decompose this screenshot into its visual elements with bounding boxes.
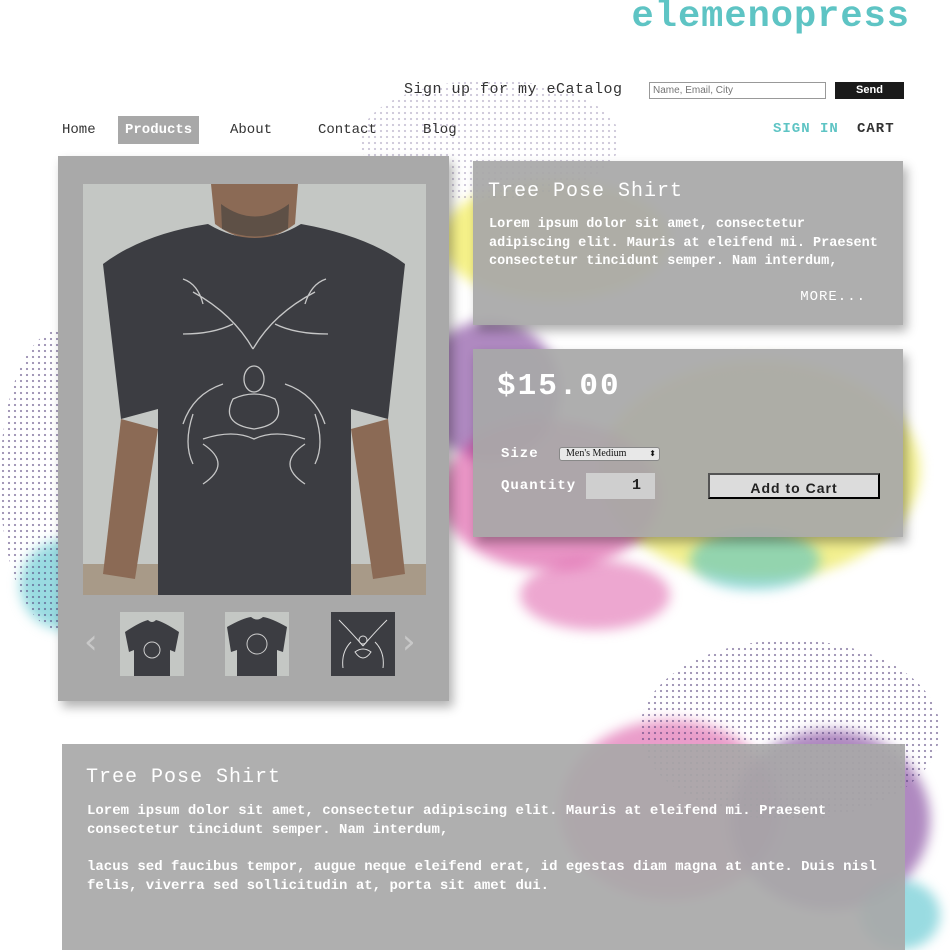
chevron-left-icon[interactable]: ‹ [84, 622, 98, 662]
add-to-cart-button[interactable]: Add to Cart [708, 473, 880, 499]
details-title: Tree Pose Shirt [86, 766, 282, 789]
details-paragraph-1: Lorem ipsum dolor sit amet, consectetur … [87, 803, 827, 838]
signup-input[interactable] [649, 82, 826, 99]
product-main-photo [83, 184, 426, 595]
thumbnail-2[interactable] [225, 612, 289, 676]
select-arrows-icon: ⬍ [649, 449, 656, 458]
size-selected-value: Men's Medium [566, 448, 627, 459]
more-link[interactable]: MORE... [800, 289, 866, 305]
thumbnail-3[interactable] [331, 612, 395, 676]
chevron-right-icon[interactable]: › [402, 622, 416, 662]
size-label: Size [501, 446, 539, 462]
nav-home[interactable]: Home [55, 116, 103, 144]
brand-logo[interactable]: elemenopress [632, 0, 910, 38]
product-details-section: Tree Pose Shirt Lorem ipsum dolor sit am… [62, 744, 905, 950]
product-description-panel: Tree Pose Shirt Lorem ipsum dolor sit am… [473, 161, 903, 325]
thumbnail-1[interactable] [120, 612, 184, 676]
product-gallery: ‹ › [58, 156, 449, 701]
ecatalog-signup-label: Sign up for my eCatalog [404, 81, 623, 98]
product-price: $15.00 [497, 369, 621, 404]
quantity-input[interactable]: 1 [586, 473, 655, 499]
nav-about[interactable]: About [223, 116, 279, 144]
send-button[interactable]: Send [835, 82, 904, 99]
sign-in-link[interactable]: SIGN IN [773, 121, 839, 137]
cart-link[interactable]: CART [857, 121, 895, 137]
details-paragraph-2: lacus sed faucibus tempor, augue neque e… [87, 859, 877, 894]
size-select[interactable]: Men's Medium ⬍ [559, 447, 660, 461]
nav-contact[interactable]: Contact [311, 116, 384, 144]
quantity-label: Quantity [501, 478, 577, 494]
nav-products[interactable]: Products [118, 116, 200, 144]
product-short-description: Lorem ipsum dolor sit amet, consectetur … [489, 217, 878, 269]
product-title: Tree Pose Shirt [488, 180, 684, 203]
purchase-panel: $15.00 Size Men's Medium ⬍ Quantity 1 Ad… [473, 349, 903, 537]
nav-blog[interactable]: Blog [416, 116, 464, 144]
